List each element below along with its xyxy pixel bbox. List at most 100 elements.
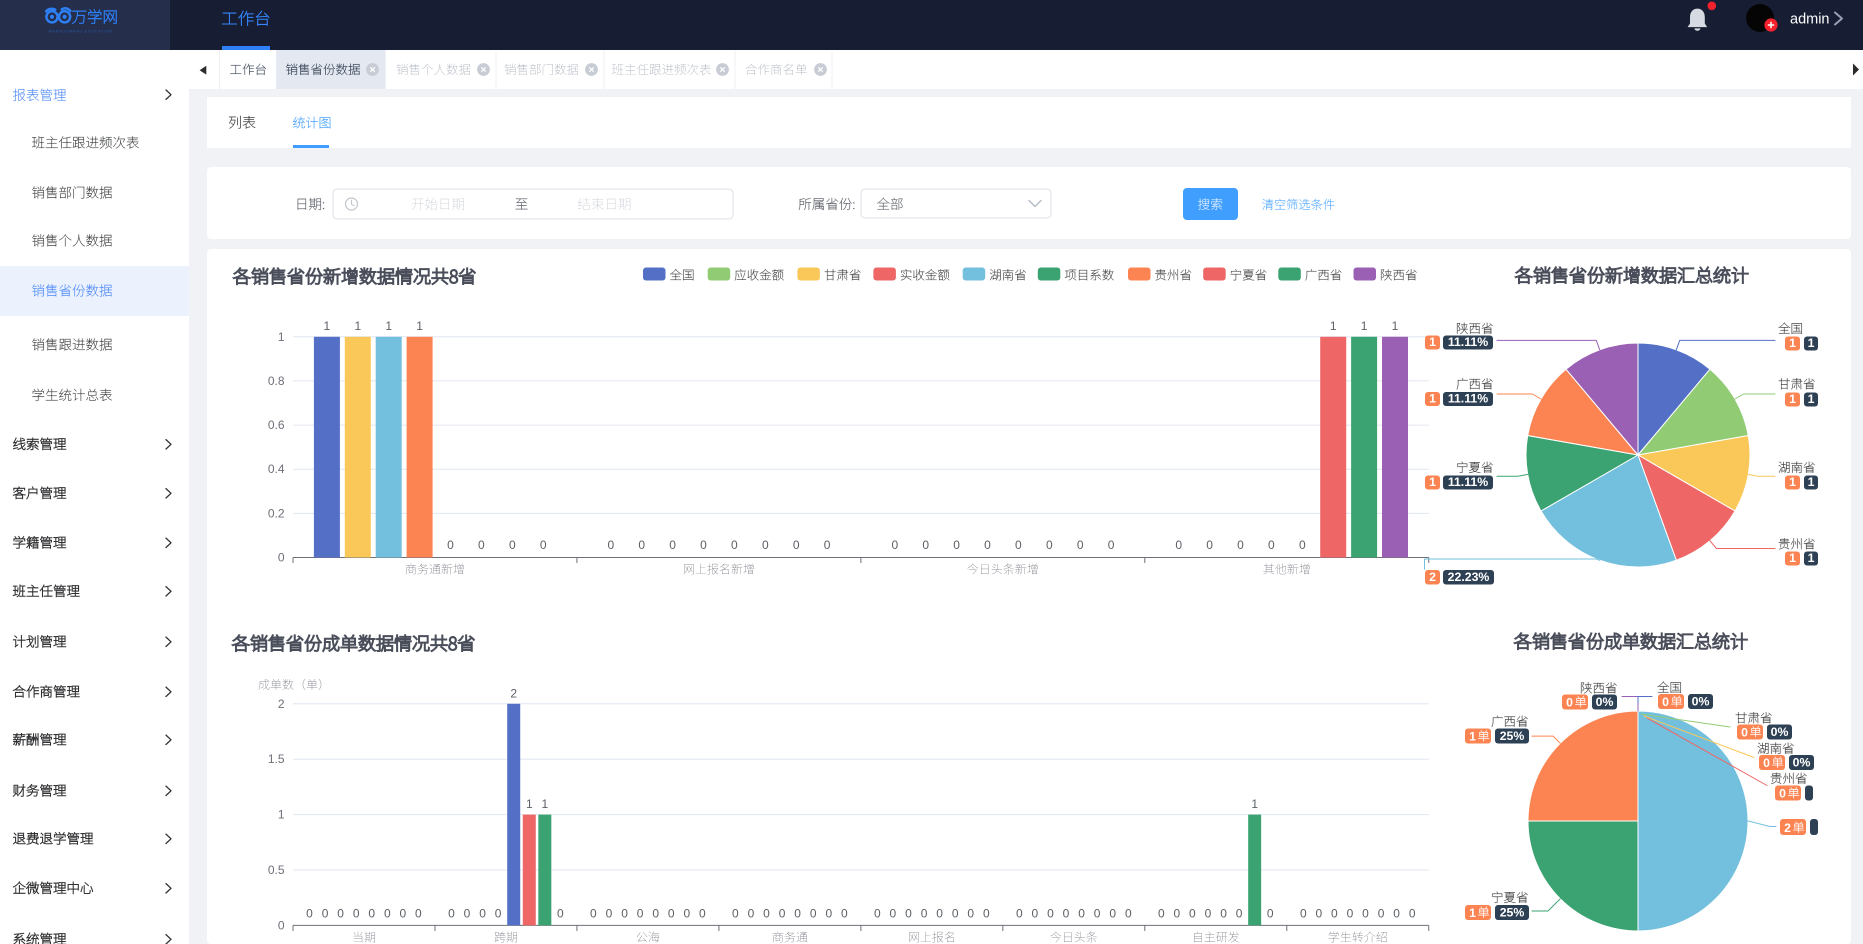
svg-text:0: 0: [447, 538, 454, 552]
svg-text:0: 0: [952, 906, 959, 920]
svg-text:0: 0: [1189, 906, 1196, 920]
svg-text:0: 0: [1077, 538, 1084, 552]
svg-text:0: 0: [1362, 906, 1369, 920]
svg-text:0: 0: [1205, 906, 1212, 920]
svg-text:0: 0: [983, 906, 990, 920]
svg-text:0: 0: [1267, 906, 1274, 920]
svg-text:0: 0: [984, 538, 991, 552]
svg-text:1: 1: [1808, 336, 1815, 350]
svg-text:0.2: 0.2: [268, 506, 285, 520]
svg-text:0: 0: [874, 906, 881, 920]
svg-text:0: 0: [1109, 906, 1116, 920]
svg-text:0: 0: [1331, 906, 1338, 920]
svg-text:0: 0: [495, 906, 502, 920]
svg-text:1: 1: [416, 319, 423, 333]
svg-text:0: 0: [1046, 538, 1053, 552]
svg-text:0: 0: [1032, 906, 1039, 920]
svg-text:0: 0: [936, 906, 943, 920]
svg-text:0: 0: [606, 906, 613, 920]
svg-text:0.6: 0.6: [268, 418, 285, 432]
svg-text:0: 0: [891, 538, 898, 552]
svg-text:0%: 0%: [1692, 695, 1710, 709]
svg-text:0: 0: [794, 906, 801, 920]
svg-text:admin: admin: [1790, 12, 1830, 28]
svg-text:1: 1: [1808, 392, 1815, 406]
svg-text:0: 0: [415, 906, 422, 920]
svg-text:0: 0: [810, 906, 817, 920]
svg-text:0: 0: [1220, 906, 1227, 920]
svg-text:0: 0: [1125, 906, 1132, 920]
svg-text:1: 1: [1251, 797, 1258, 811]
svg-text:0: 0: [1047, 906, 1054, 920]
svg-text:0: 0: [306, 906, 313, 920]
svg-text:0: 0: [1094, 906, 1101, 920]
svg-text:0: 0: [1063, 906, 1070, 920]
svg-text:WANXUEWANG EDUCATION: WANXUEWANG EDUCATION: [49, 30, 113, 34]
svg-text:0: 0: [384, 906, 391, 920]
svg-text:1: 1: [1789, 551, 1796, 565]
svg-text:0: 0: [922, 538, 929, 552]
svg-text:25%: 25%: [1500, 906, 1525, 920]
svg-text:0%: 0%: [1793, 756, 1811, 770]
svg-text:0: 0: [905, 906, 912, 920]
svg-text:1: 1: [1808, 551, 1815, 565]
svg-text:0: 0: [1315, 906, 1322, 920]
svg-text:0: 0: [353, 906, 360, 920]
svg-text:0: 0: [779, 906, 786, 920]
svg-text:0: 0: [1378, 906, 1385, 920]
svg-text:0: 0: [668, 906, 675, 920]
svg-text:0: 0: [652, 906, 659, 920]
svg-text:0: 0: [763, 906, 770, 920]
svg-text:0: 0: [824, 538, 831, 552]
svg-text:25%: 25%: [1500, 729, 1525, 743]
svg-text:0: 0: [1268, 538, 1275, 552]
svg-text:0: 0: [1347, 906, 1354, 920]
svg-text:1: 1: [1469, 906, 1476, 920]
svg-text:1: 1: [1361, 319, 1368, 333]
svg-text:1: 1: [354, 319, 361, 333]
svg-text:0.4: 0.4: [268, 462, 285, 476]
svg-text:0: 0: [607, 538, 614, 552]
svg-text:0%: 0%: [1771, 725, 1789, 739]
svg-text:0: 0: [967, 906, 974, 920]
svg-text:0: 0: [700, 538, 707, 552]
svg-text:1: 1: [1429, 335, 1436, 349]
svg-text:0: 0: [1763, 756, 1770, 770]
svg-text:0: 0: [1108, 538, 1115, 552]
svg-text:0: 0: [762, 538, 769, 552]
svg-text:0: 0: [1237, 538, 1244, 552]
svg-text:0: 0: [464, 906, 471, 920]
svg-text:1: 1: [278, 808, 285, 822]
svg-text:1: 1: [541, 797, 548, 811]
svg-text:0.8: 0.8: [268, 374, 285, 388]
svg-text:0: 0: [1206, 538, 1213, 552]
svg-text:0: 0: [1566, 695, 1573, 709]
svg-text:0: 0: [621, 906, 628, 920]
svg-text:0: 0: [322, 906, 329, 920]
svg-text:0: 0: [1300, 906, 1307, 920]
svg-text:0: 0: [1158, 906, 1165, 920]
svg-text:0: 0: [448, 906, 455, 920]
svg-text:0: 0: [1078, 906, 1085, 920]
svg-text:0: 0: [478, 538, 485, 552]
svg-text:1: 1: [1392, 319, 1399, 333]
svg-text:1.5: 1.5: [268, 752, 285, 766]
svg-text:0: 0: [400, 906, 407, 920]
svg-text:0: 0: [699, 906, 706, 920]
svg-text:0: 0: [590, 906, 597, 920]
svg-text:0: 0: [637, 906, 644, 920]
svg-text:0: 0: [921, 906, 928, 920]
svg-text:1: 1: [385, 319, 392, 333]
svg-text:0: 0: [368, 906, 375, 920]
svg-text:0: 0: [1779, 786, 1786, 800]
svg-text:0: 0: [825, 906, 832, 920]
svg-text:0: 0: [1741, 725, 1748, 739]
svg-text:11.11%: 11.11%: [1448, 335, 1488, 349]
svg-text:2: 2: [1429, 570, 1436, 584]
svg-text:0: 0: [278, 918, 285, 932]
svg-text:0: 0: [337, 906, 344, 920]
svg-text:1: 1: [1789, 475, 1796, 489]
svg-text:0: 0: [479, 906, 486, 920]
svg-text:0.5: 0.5: [268, 863, 285, 877]
svg-text:0: 0: [1662, 695, 1669, 709]
